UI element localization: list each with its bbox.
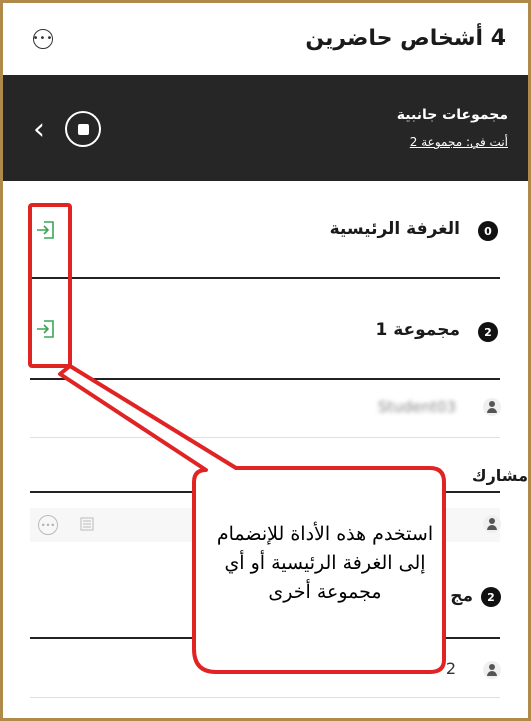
annotation-callout [28,203,446,674]
annotation-line: مجموعة أخرى [268,581,382,603]
annotation-text: استخدم هذه الأداة للإنضمام إلى الغرفة ال… [202,520,448,607]
annotation-line: إلى الغرفة الرئيسية أو أي [224,552,426,574]
annotation-line: استخدم هذه الأداة للإنضمام [216,523,434,545]
